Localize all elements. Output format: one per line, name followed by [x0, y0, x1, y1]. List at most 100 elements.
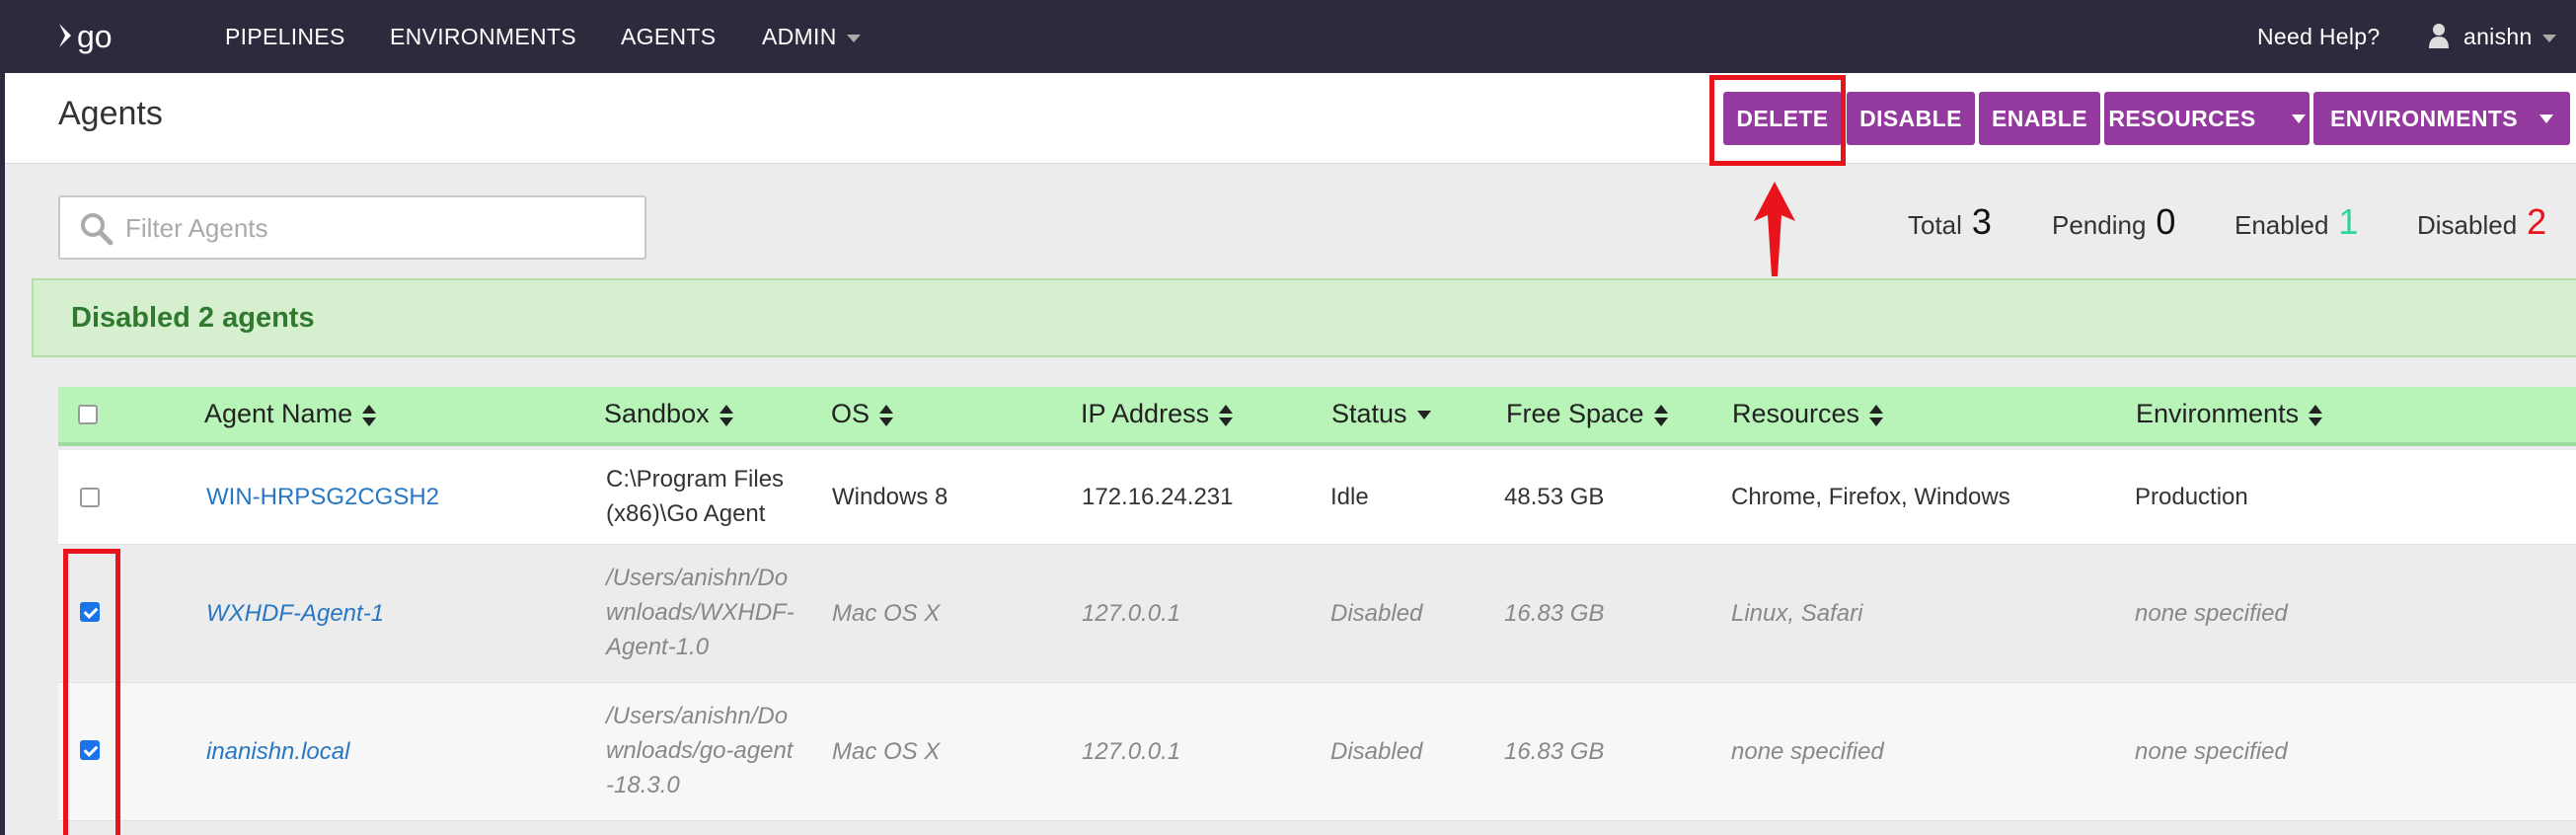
page-header: Agents DELETE DISABLE ENABLE RESOURCES E… — [5, 73, 2576, 164]
go-logo[interactable]: go — [55, 16, 144, 57]
flash-success-message: Disabled 2 agents — [32, 278, 2576, 357]
status-cell: Disabled — [1330, 738, 1423, 765]
free-space-cell: 16.83 GB — [1504, 738, 1605, 765]
filter-agents-input[interactable] — [125, 209, 629, 247]
chevron-down-icon — [2541, 34, 2556, 42]
ip-cell: 172.16.24.231 — [1082, 484, 1234, 510]
sort-icon — [2309, 404, 2323, 427]
sandbox-line: wnloads/go-agent — [606, 737, 794, 764]
column-sandbox[interactable]: Sandbox — [604, 399, 733, 429]
environments-cell: Production — [2135, 484, 2248, 510]
free-space-cell: 16.83 GB — [1504, 600, 1605, 627]
enable-button-label: ENABLE — [1992, 105, 2087, 131]
resources-cell: Chrome, Firefox, Windows — [1731, 484, 2010, 510]
column-status[interactable]: Status — [1331, 399, 1431, 429]
window-edge — [0, 0, 5, 835]
stat-disabled: Disabled 2 — [2417, 201, 2546, 243]
sort-desc-icon — [1416, 411, 1431, 420]
sandbox-line: /Users/anishn/Do — [606, 565, 789, 591]
column-label: IP Address — [1081, 399, 1210, 428]
column-agent-name[interactable]: Agent Name — [204, 399, 377, 429]
ip-cell: 127.0.0.1 — [1082, 738, 1181, 765]
os-cell: Mac OS X — [832, 600, 941, 627]
resources-dropdown-button[interactable]: RESOURCES — [2104, 92, 2310, 145]
stat-enabled: Enabled 1 — [2235, 201, 2358, 243]
stat-disabled-count: 2 — [2527, 201, 2547, 242]
stat-total: Total 3 — [1908, 201, 1992, 243]
sort-icon — [1219, 404, 1234, 427]
sort-icon — [719, 404, 733, 427]
user-menu[interactable]: anishn — [2463, 24, 2556, 50]
row-checkbox[interactable] — [80, 488, 100, 507]
resources-button-label: RESOURCES — [2108, 105, 2256, 131]
os-cell: Mac OS X — [832, 738, 941, 765]
environments-dropdown-button[interactable]: ENVIRONMENTS — [2313, 92, 2570, 145]
sandbox-cell: C:\Program Files (x86)\Go Agent — [606, 462, 784, 531]
column-free-space[interactable]: Free Space — [1506, 399, 1668, 429]
sort-icon — [1869, 404, 1884, 427]
column-resources[interactable]: Resources — [1732, 399, 1884, 429]
environments-cell: none specified — [2135, 600, 2288, 627]
nav-admin-label: ADMIN — [762, 24, 837, 49]
column-label: OS — [831, 399, 871, 428]
table-row: WIN-HRPSG2CGSH2 C:\Program Files (x86)\G… — [58, 450, 2576, 545]
filter-box — [58, 195, 646, 260]
agent-name-link[interactable]: WIN-HRPSG2CGSH2 — [206, 480, 439, 514]
stat-total-label: Total — [1908, 210, 1962, 240]
resources-cell: Linux, Safari — [1731, 600, 1863, 627]
os-cell: Windows 8 — [832, 484, 948, 510]
free-space-cell: 48.53 GB — [1504, 484, 1605, 510]
stat-pending-count: 0 — [2156, 201, 2176, 242]
table-row: inanishn.local /Users/anishn/Do wnloads/… — [58, 683, 2576, 821]
stat-enabled-count: 1 — [2338, 201, 2359, 242]
nav-admin[interactable]: ADMIN — [762, 24, 861, 50]
stat-enabled-label: Enabled — [2235, 210, 2329, 240]
environments-cell: none specified — [2135, 738, 2288, 765]
table-header: Agent Name Sandbox OS IP Address Status … — [58, 387, 2576, 446]
nav-pipelines[interactable]: PIPELINES — [225, 24, 345, 50]
chevron-down-icon — [2291, 114, 2306, 123]
sandbox-cell: /Users/anishn/Do wnloads/WXHDF- Agent-1.… — [606, 561, 795, 664]
sandbox-line: wnloads/WXHDF- — [606, 599, 795, 626]
select-all-checkbox[interactable] — [78, 405, 98, 424]
chevron-down-icon — [2539, 114, 2554, 123]
column-label: Agent Name — [204, 399, 353, 428]
disable-button[interactable]: DISABLE — [1847, 92, 1975, 145]
nav-agents[interactable]: AGENTS — [621, 24, 716, 50]
sort-icon — [1653, 404, 1668, 427]
search-icon — [81, 213, 114, 246]
column-label: Free Space — [1506, 399, 1644, 428]
agent-name-link[interactable]: inanishn.local — [206, 734, 349, 769]
stat-pending-label: Pending — [2052, 210, 2147, 240]
column-ip-address[interactable]: IP Address — [1081, 399, 1234, 429]
flash-text: Disabled 2 agents — [71, 302, 315, 334]
annotation-delete-highlight — [1709, 75, 1846, 166]
sandbox-line: /Users/anishn/Do — [606, 703, 789, 729]
sandbox-line: Agent-1.0 — [606, 634, 710, 660]
status-cell: Idle — [1330, 484, 1369, 510]
sandbox-line: C:\Program Files — [606, 466, 785, 493]
column-os[interactable]: OS — [831, 399, 894, 429]
sandbox-line: (x86)\Go Agent — [606, 500, 766, 527]
stat-total-count: 3 — [1971, 201, 1992, 242]
sandbox-line: -18.3.0 — [606, 772, 680, 798]
ip-cell: 127.0.0.1 — [1082, 600, 1181, 627]
sandbox-cell: /Users/anishn/Do wnloads/go-agent -18.3.… — [606, 699, 793, 802]
column-environments[interactable]: Environments — [2136, 399, 2323, 429]
table-row: WXHDF-Agent-1 /Users/anishn/Do wnloads/W… — [58, 545, 2576, 683]
agent-name-link[interactable]: WXHDF-Agent-1 — [206, 596, 384, 631]
enable-button[interactable]: ENABLE — [1979, 92, 2100, 145]
environments-button-label: ENVIRONMENTS — [2329, 105, 2519, 131]
column-label: Environments — [2136, 399, 2300, 428]
column-label: Sandbox — [604, 399, 710, 428]
chevron-down-icon — [846, 34, 861, 42]
need-help-link[interactable]: Need Help? — [2257, 24, 2380, 50]
svg-text:go: go — [77, 19, 113, 54]
annotation-arrow-icon — [1754, 182, 1795, 276]
page-title: Agents — [58, 95, 163, 132]
nav-environments[interactable]: ENVIRONMENTS — [390, 24, 576, 50]
user-icon — [2429, 24, 2449, 48]
stat-pending: Pending 0 — [2052, 201, 2175, 243]
user-name: anishn — [2463, 24, 2533, 49]
sort-icon — [879, 404, 894, 427]
